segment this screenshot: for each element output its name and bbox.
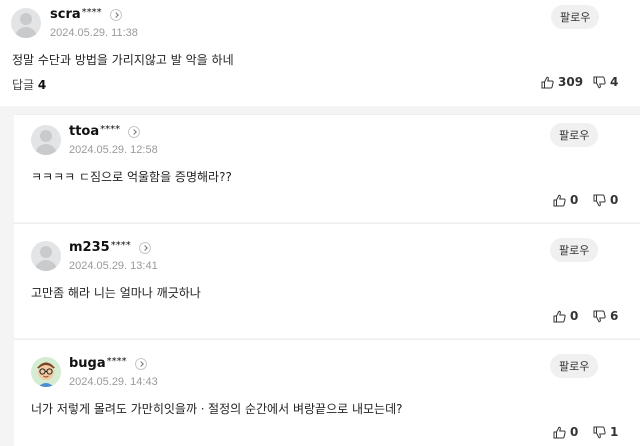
thumbs-up-icon bbox=[541, 76, 554, 88]
avatar-head-icon bbox=[40, 130, 52, 142]
reply-count: 4 bbox=[37, 78, 47, 92]
follow-button[interactable]: 팔로우 bbox=[551, 5, 600, 29]
profile-chevron-icon[interactable] bbox=[128, 125, 141, 138]
avatar[interactable] bbox=[31, 241, 61, 271]
nickname-row[interactable]: scra **** bbox=[50, 7, 122, 22]
thumbs-up-icon bbox=[553, 310, 566, 322]
character-avatar-icon bbox=[31, 357, 61, 387]
nickname-mask: **** bbox=[106, 356, 127, 367]
reply-toggle-button[interactable]: 답글 4 bbox=[12, 76, 46, 93]
reply-item: m235 **** 2024.05.29. 13:41 팔로우 고만좀 해라 니… bbox=[14, 223, 640, 338]
comment-item: scra **** 2024.05.29. 11:38 팔로우 정말 수단과 방… bbox=[0, 0, 640, 106]
avatar[interactable] bbox=[31, 125, 61, 155]
thumbs-up-icon bbox=[553, 194, 566, 206]
reply-item: ttoa **** 2024.05.29. 12:58 팔로우 ㅋㅋㅋㅋ ㄷ짐으… bbox=[14, 114, 640, 222]
profile-chevron-icon[interactable] bbox=[109, 8, 122, 21]
comment-date: 2024.05.29. 14:43 bbox=[69, 376, 158, 388]
dislike-button[interactable]: 4 bbox=[593, 75, 618, 89]
like-count: 0 bbox=[570, 309, 579, 323]
profile-chevron-icon[interactable] bbox=[138, 241, 151, 254]
comment-content: 너가 저렇게 몰려도 가만히잇을까ㆍ절정의 순간에서 벼랑끝으로 내모는데? bbox=[31, 402, 403, 416]
thumbs-down-icon bbox=[593, 310, 606, 322]
comment-content: 고만좀 해라 니는 얼마나 깨긋하나 bbox=[31, 286, 201, 300]
thumbs-down-icon bbox=[593, 76, 606, 88]
avatar[interactable] bbox=[11, 8, 41, 38]
reply-item: buga **** 2024.05.29. 14:43 팔로우 너가 저렇게 몰… bbox=[14, 339, 640, 446]
follow-button[interactable]: 팔로우 bbox=[550, 238, 599, 262]
avatar-body-icon bbox=[15, 27, 37, 38]
nickname-row[interactable]: m235 **** bbox=[69, 240, 151, 255]
thumbs-up-icon bbox=[553, 426, 566, 438]
like-count: 309 bbox=[558, 75, 584, 89]
follow-button[interactable]: 팔로우 bbox=[550, 354, 599, 378]
nickname-mask: **** bbox=[81, 7, 102, 18]
nickname-mask: **** bbox=[110, 240, 131, 251]
dislike-count: 6 bbox=[610, 309, 619, 323]
avatar-head-icon bbox=[40, 246, 52, 258]
avatar[interactable] bbox=[31, 357, 61, 387]
avatar-head-icon bbox=[20, 13, 32, 25]
nickname[interactable]: buga bbox=[69, 356, 106, 371]
nickname[interactable]: m235 bbox=[69, 240, 110, 255]
like-button[interactable]: 0 bbox=[553, 309, 578, 323]
dislike-count: 1 bbox=[610, 425, 619, 439]
avatar-body-icon bbox=[35, 260, 57, 271]
like-button[interactable]: 0 bbox=[553, 193, 578, 207]
nickname[interactable]: scra bbox=[50, 7, 81, 22]
nickname-row[interactable]: ttoa **** bbox=[69, 124, 141, 139]
dislike-button[interactable]: 6 bbox=[593, 309, 618, 323]
comment-content: ㅋㅋㅋㅋ ㄷ짐으로 억울함을 증명해라?? bbox=[31, 170, 232, 184]
comment-content: 정말 수단과 방법을 가리지않고 발 악을 하네 bbox=[12, 53, 234, 67]
comment-date: 2024.05.29. 12:58 bbox=[69, 144, 158, 156]
nickname-mask: **** bbox=[100, 124, 121, 135]
nickname[interactable]: ttoa bbox=[69, 124, 99, 139]
dislike-count: 4 bbox=[610, 75, 619, 89]
comment-date: 2024.05.29. 11:38 bbox=[50, 27, 138, 39]
thumbs-down-icon bbox=[593, 194, 606, 206]
like-count: 0 bbox=[570, 425, 579, 439]
nickname-row[interactable]: buga **** bbox=[69, 356, 147, 371]
like-count: 0 bbox=[570, 193, 579, 207]
like-button[interactable]: 309 bbox=[541, 75, 583, 89]
thumbs-down-icon bbox=[593, 426, 606, 438]
comment-date: 2024.05.29. 13:41 bbox=[69, 260, 158, 272]
like-button[interactable]: 0 bbox=[553, 425, 578, 439]
reply-label: 답글 bbox=[12, 78, 35, 92]
avatar-body-icon bbox=[35, 144, 57, 155]
dislike-button[interactable]: 1 bbox=[593, 425, 618, 439]
dislike-count: 0 bbox=[610, 193, 619, 207]
follow-button[interactable]: 팔로우 bbox=[550, 123, 599, 147]
dislike-button[interactable]: 0 bbox=[593, 193, 618, 207]
profile-chevron-icon[interactable] bbox=[134, 357, 147, 370]
